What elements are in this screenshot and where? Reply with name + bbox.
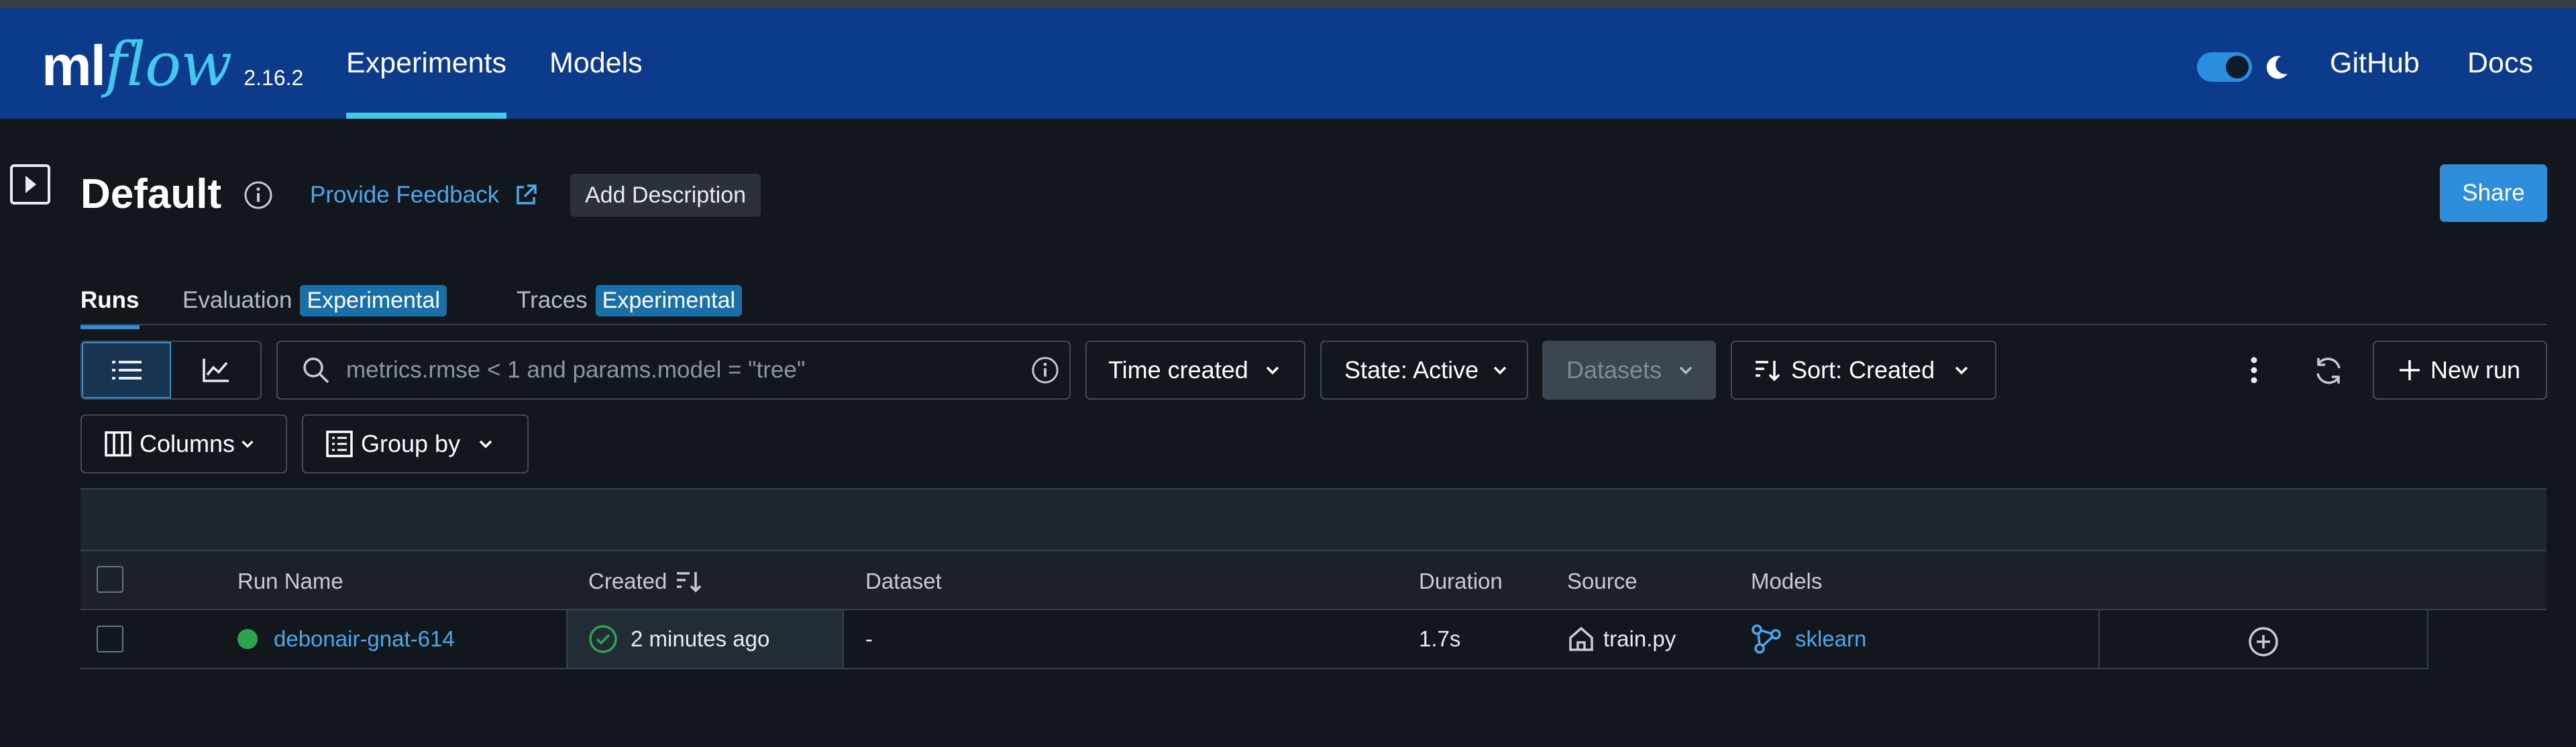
sidebar-expand-icon[interactable] xyxy=(9,164,51,205)
line-chart-icon xyxy=(202,359,229,382)
col-header-dataset[interactable]: Dataset xyxy=(865,551,942,612)
col-header-source[interactable]: Source xyxy=(1567,551,1638,612)
home-icon xyxy=(1569,626,1593,651)
duration-cell: 1.7s xyxy=(1419,626,1461,651)
share-button[interactable]: Share xyxy=(2440,164,2547,222)
sort-dropdown[interactable]: Sort: Created xyxy=(1731,341,1996,400)
sort-icon xyxy=(677,572,702,593)
col-header-created[interactable]: Created xyxy=(588,551,703,612)
chevron-down-icon xyxy=(241,441,254,449)
col-header-run-name[interactable]: Run Name xyxy=(237,551,343,612)
github-link[interactable]: GitHub xyxy=(2330,8,2420,119)
add-column-cell xyxy=(2098,610,2428,668)
datasets-dropdown[interactable]: Datasets xyxy=(1542,341,1716,400)
column-group-header xyxy=(80,488,2546,550)
run-status-icon xyxy=(237,629,258,649)
model-icon xyxy=(1752,624,1781,654)
refresh-icon[interactable] xyxy=(2312,355,2345,387)
plus-icon xyxy=(2400,360,2420,380)
datasets-label: Datasets xyxy=(1566,356,1662,384)
tab-evaluation-label: Evaluation xyxy=(182,287,292,313)
run-name-cell: debonair-gnat-614 xyxy=(237,610,455,668)
tab-traces[interactable]: Traces Experimental xyxy=(517,274,743,327)
tab-runs[interactable]: Runs xyxy=(80,274,140,329)
chevron-down-icon xyxy=(1493,366,1507,375)
external-link-icon xyxy=(517,184,537,205)
sort-icon xyxy=(1756,361,1780,382)
view-mode-toggle xyxy=(80,341,262,400)
col-header-created-label: Created xyxy=(588,569,667,593)
provide-feedback-link[interactable]: Provide Feedback xyxy=(310,176,539,215)
sort-label: Sort: Created xyxy=(1791,356,1935,384)
tabs-divider xyxy=(80,324,2546,325)
search-icon xyxy=(303,357,329,384)
created-value: 2 minutes ago xyxy=(631,626,770,651)
version-label: 2.16.2 xyxy=(244,66,304,90)
new-run-label: New run xyxy=(2430,356,2521,384)
columns-icon xyxy=(105,431,131,457)
window-top-strip xyxy=(0,0,2576,8)
dataset-cell: - xyxy=(865,626,873,651)
state-dropdown[interactable]: State: Active xyxy=(1320,341,1528,400)
chevron-down-icon xyxy=(1266,366,1279,375)
chevron-down-icon xyxy=(1955,366,1968,375)
experimental-badge: Experimental xyxy=(595,284,743,317)
dark-mode-toggle[interactable] xyxy=(2197,52,2252,82)
search-info-icon[interactable] xyxy=(1030,355,1060,385)
created-cell: 2 minutes ago xyxy=(566,610,844,668)
source-cell[interactable]: train.py xyxy=(1567,610,1676,668)
page-title: Default xyxy=(80,171,222,217)
group-by-label: Group by xyxy=(361,430,461,457)
experimental-badge: Experimental xyxy=(300,284,447,317)
add-description-button[interactable]: Add Description xyxy=(570,174,761,217)
docs-link[interactable]: Docs xyxy=(2467,8,2533,119)
run-name-link[interactable]: debonair-gnat-614 xyxy=(274,626,455,652)
row-checkbox[interactable] xyxy=(97,626,123,652)
group-by-button[interactable]: Group by xyxy=(302,414,529,473)
chart-view-button[interactable] xyxy=(171,342,260,398)
logo-flow-text: flow xyxy=(105,30,232,100)
table-header: Run Name Created Dataset Duration Source… xyxy=(80,550,2546,610)
tab-traces-label: Traces xyxy=(517,287,588,313)
models-cell[interactable]: sklearn xyxy=(1751,610,1866,668)
table-row: debonair-gnat-614 2 minutes ago - 1.7s t… xyxy=(80,610,2428,669)
chevron-down-icon xyxy=(479,440,492,449)
source-value: train.py xyxy=(1603,626,1676,651)
chevron-down-icon xyxy=(1679,366,1693,375)
search-input[interactable] xyxy=(346,357,1004,384)
toggle-knob xyxy=(2226,56,2249,78)
list-view-button[interactable] xyxy=(82,342,172,398)
col-header-duration[interactable]: Duration xyxy=(1419,551,1503,612)
nav-tab-models[interactable]: Models xyxy=(549,8,643,119)
run-search-box[interactable] xyxy=(276,341,1071,400)
nav-tab-experiments[interactable]: Experiments xyxy=(346,8,506,119)
columns-button[interactable]: Columns xyxy=(80,414,287,473)
tab-runs-label: Runs xyxy=(80,287,140,313)
mlflow-logo[interactable]: ml flow 2.16.2 xyxy=(42,28,303,102)
time-created-label: Time created xyxy=(1108,356,1248,384)
add-circle-icon[interactable] xyxy=(2247,625,2280,658)
list-icon xyxy=(111,361,142,380)
check-circle-icon xyxy=(589,625,617,653)
more-options-icon[interactable] xyxy=(2241,355,2267,385)
top-nav-bar: ml flow 2.16.2 Experiments Models GitHub… xyxy=(0,8,2576,119)
state-label: State: Active xyxy=(1344,356,1479,384)
info-icon[interactable] xyxy=(243,180,274,211)
model-link: sklearn xyxy=(1795,626,1867,651)
new-run-button[interactable]: New run xyxy=(2373,341,2547,400)
time-created-dropdown[interactable]: Time created xyxy=(1085,341,1305,400)
columns-label: Columns xyxy=(140,430,235,457)
feedback-label: Provide Feedback xyxy=(310,182,500,208)
select-all-checkbox[interactable] xyxy=(97,566,123,593)
col-header-models[interactable]: Models xyxy=(1751,551,1822,612)
moon-icon xyxy=(2266,56,2288,79)
tab-evaluation[interactable]: Evaluation Experimental xyxy=(182,274,447,327)
logo-ml-text: ml xyxy=(42,34,106,97)
group-icon xyxy=(326,430,353,457)
